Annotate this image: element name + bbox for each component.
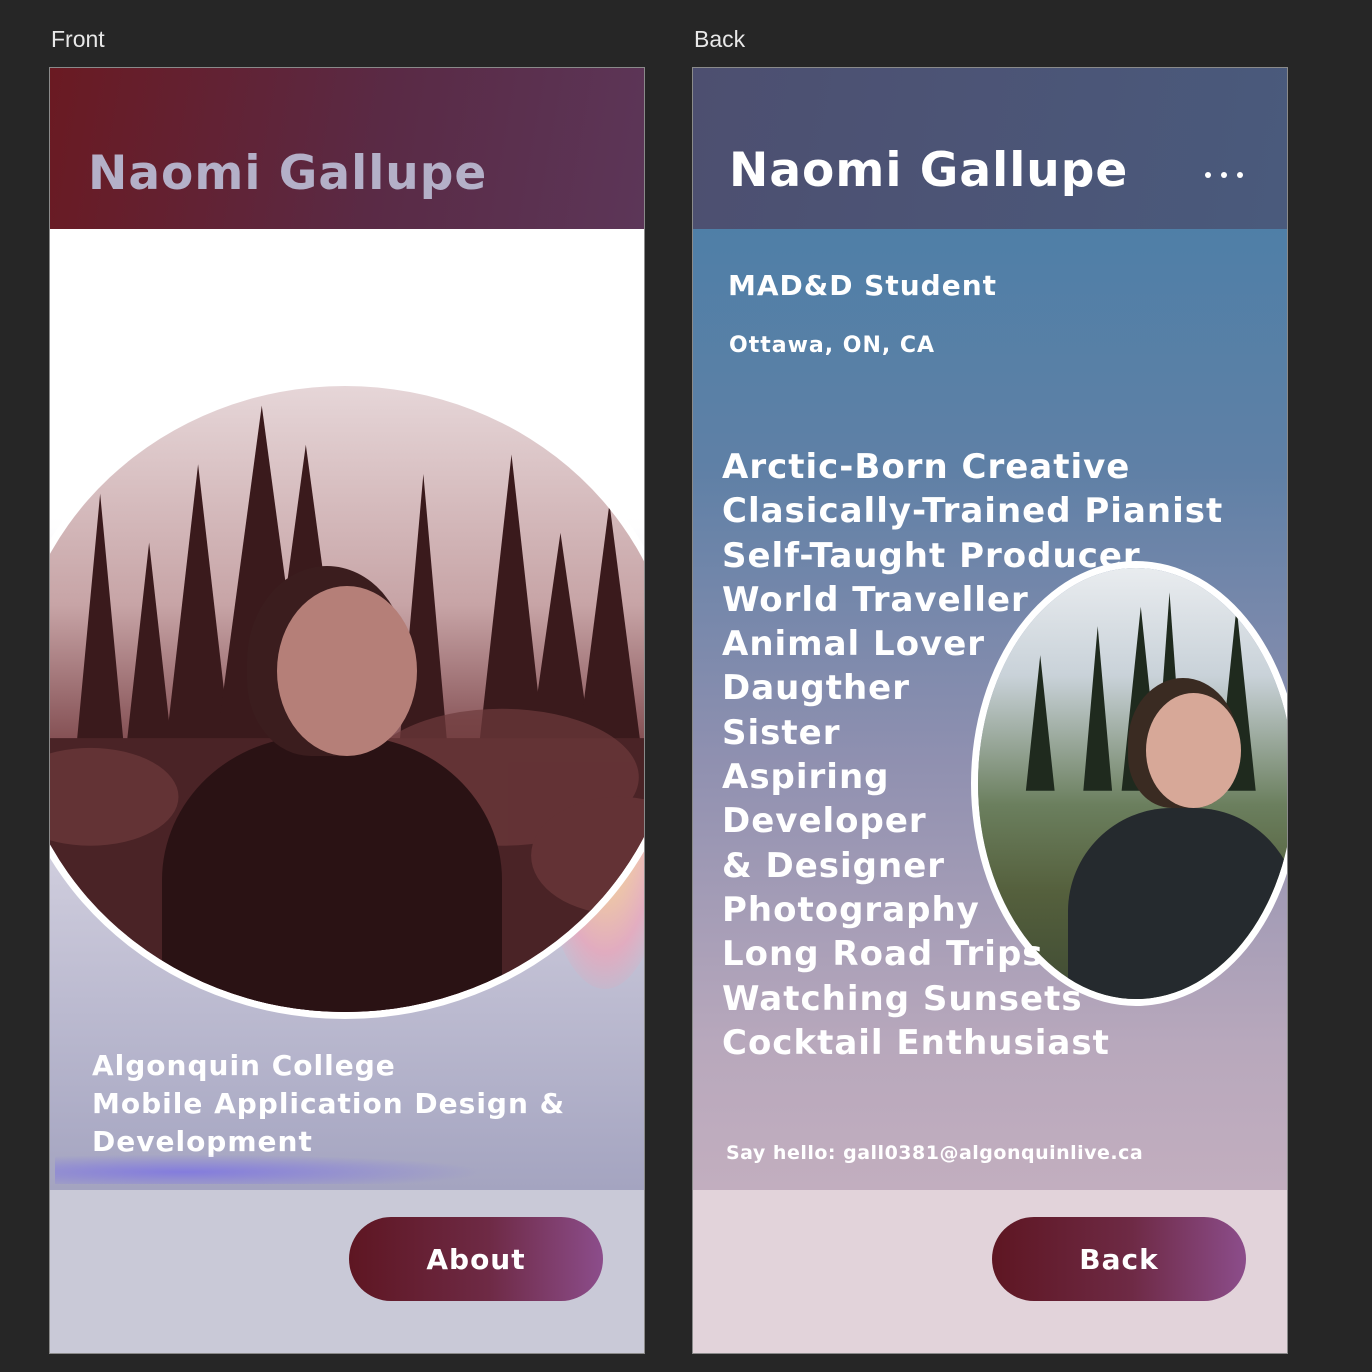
info-line-2: Mobile Application Design &: [92, 1087, 566, 1120]
traits-list: Arctic-Born Creative Clasically-Trained …: [722, 445, 1223, 1065]
back-footer: Back: [693, 1190, 1287, 1353]
trait-item: Self-Taught Producer: [722, 535, 1141, 576]
person-face: [277, 586, 417, 756]
about-button[interactable]: About: [349, 1217, 603, 1301]
paint-smudge: [55, 1154, 485, 1184]
front-info: Algonquin College Mobile Application Des…: [92, 1047, 565, 1161]
location-text: Ottawa, ON, CA: [729, 333, 936, 358]
back-frame-label: Back: [694, 26, 746, 52]
back-title: Naomi Gallupe: [729, 143, 1129, 198]
trait-item: Long Road Trips: [722, 934, 1044, 975]
trait-item: Sister: [722, 712, 841, 753]
role-text: MAD&D Student: [728, 269, 998, 302]
trait-item: Aspiring: [722, 757, 890, 798]
back-card: Naomi Gallupe MAD&D Student Ottawa, ON, …: [692, 67, 1288, 1354]
front-footer: About: [50, 1190, 644, 1353]
trait-item: Watching Sunsets: [722, 978, 1083, 1019]
profile-photo: [50, 379, 644, 1019]
trait-item: Cocktail Enthusiast: [722, 1022, 1110, 1063]
trait-item: Photography: [722, 889, 980, 930]
front-body: Algonquin College Mobile Application Des…: [50, 229, 644, 1190]
trait-item: Clasically-Trained Pianist: [722, 491, 1224, 532]
more-options-icon[interactable]: [1205, 163, 1265, 187]
trait-item: & Designer: [722, 845, 946, 886]
front-card: Naomi Gallupe Algonquin College Mobile A…: [49, 67, 645, 1354]
back-button[interactable]: Back: [992, 1217, 1246, 1301]
person-jacket: [162, 736, 502, 1012]
info-line-1: Algonquin College: [92, 1049, 396, 1082]
back-header: Naomi Gallupe: [693, 68, 1287, 229]
back-body: MAD&D Student Ottawa, ON, CA Arctic-Born…: [693, 229, 1287, 1190]
trait-item: Animal Lover: [722, 624, 986, 665]
trait-item: Arctic-Born Creative: [722, 447, 1131, 487]
front-title: Naomi Gallupe: [88, 146, 488, 201]
contact-email[interactable]: Say hello: gall0381@algonquinlive.ca: [726, 1142, 1143, 1164]
trait-item: World Traveller: [722, 579, 1029, 620]
front-header: Naomi Gallupe: [50, 68, 644, 229]
trait-item: Developer: [722, 801, 927, 842]
front-frame-label: Front: [51, 26, 105, 52]
trait-item: Daugther: [722, 668, 910, 709]
